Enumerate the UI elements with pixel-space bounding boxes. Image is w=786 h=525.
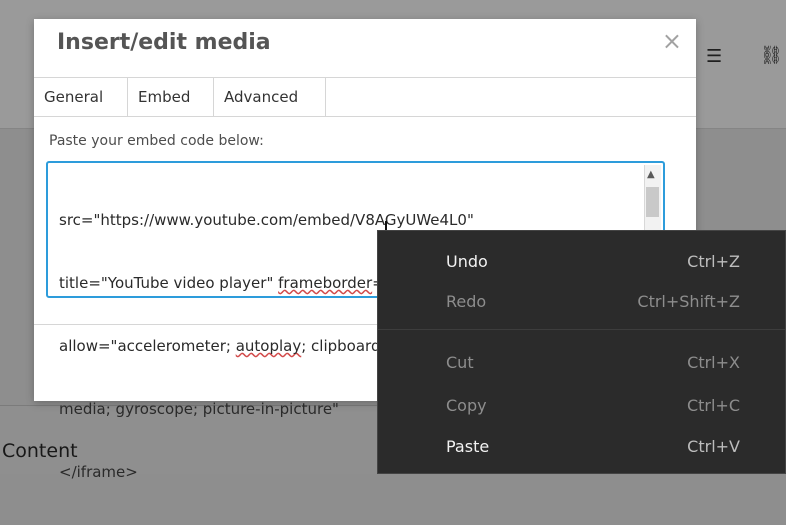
list-icon[interactable]: ☰: [706, 48, 722, 66]
menu-item-label: Copy: [446, 396, 487, 415]
close-icon[interactable]: ×: [662, 29, 682, 53]
scroll-thumb[interactable]: [646, 187, 659, 217]
menu-item-shortcut: Ctrl+Z: [687, 252, 740, 271]
menu-item-label: Undo: [446, 252, 488, 271]
menu-item-label: Redo: [446, 292, 487, 311]
context-menu-undo[interactable]: Undo Ctrl+Z: [378, 242, 785, 282]
dialog-title: Insert/edit media: [57, 30, 271, 55]
scroll-up-icon[interactable]: ▲: [647, 170, 655, 180]
menu-item-shortcut: Ctrl+Shift+Z: [637, 292, 740, 311]
menu-item-label: Paste: [446, 437, 490, 456]
context-menu-redo[interactable]: Redo Ctrl+Shift+Z: [378, 282, 785, 322]
menu-separator: [378, 329, 785, 330]
embed-code-label: Paste your embed code below:: [49, 133, 264, 149]
dialog-tabs: General Embed Advanced: [34, 77, 696, 117]
menu-item-shortcut: Ctrl+X: [687, 353, 740, 372]
link-icon[interactable]: ⛓: [760, 47, 783, 65]
context-menu-copy[interactable]: Copy Ctrl+C: [378, 386, 785, 426]
menu-item-label: Cut: [446, 353, 474, 372]
context-menu-cut[interactable]: Cut Ctrl+X: [378, 343, 785, 383]
menu-item-shortcut: Ctrl+V: [687, 437, 740, 456]
tab-embed[interactable]: Embed: [128, 78, 214, 116]
context-menu-paste[interactable]: Paste Ctrl+V: [378, 427, 785, 467]
context-menu: Undo Ctrl+Z Redo Ctrl+Shift+Z Cut Ctrl+X…: [378, 231, 785, 473]
menu-item-shortcut: Ctrl+C: [686, 396, 740, 415]
tab-general[interactable]: General: [34, 78, 128, 116]
tab-advanced[interactable]: Advanced: [214, 78, 326, 116]
embed-code-line-1: src="https://www.youtube.com/embed/V8AGy…: [59, 211, 474, 229]
